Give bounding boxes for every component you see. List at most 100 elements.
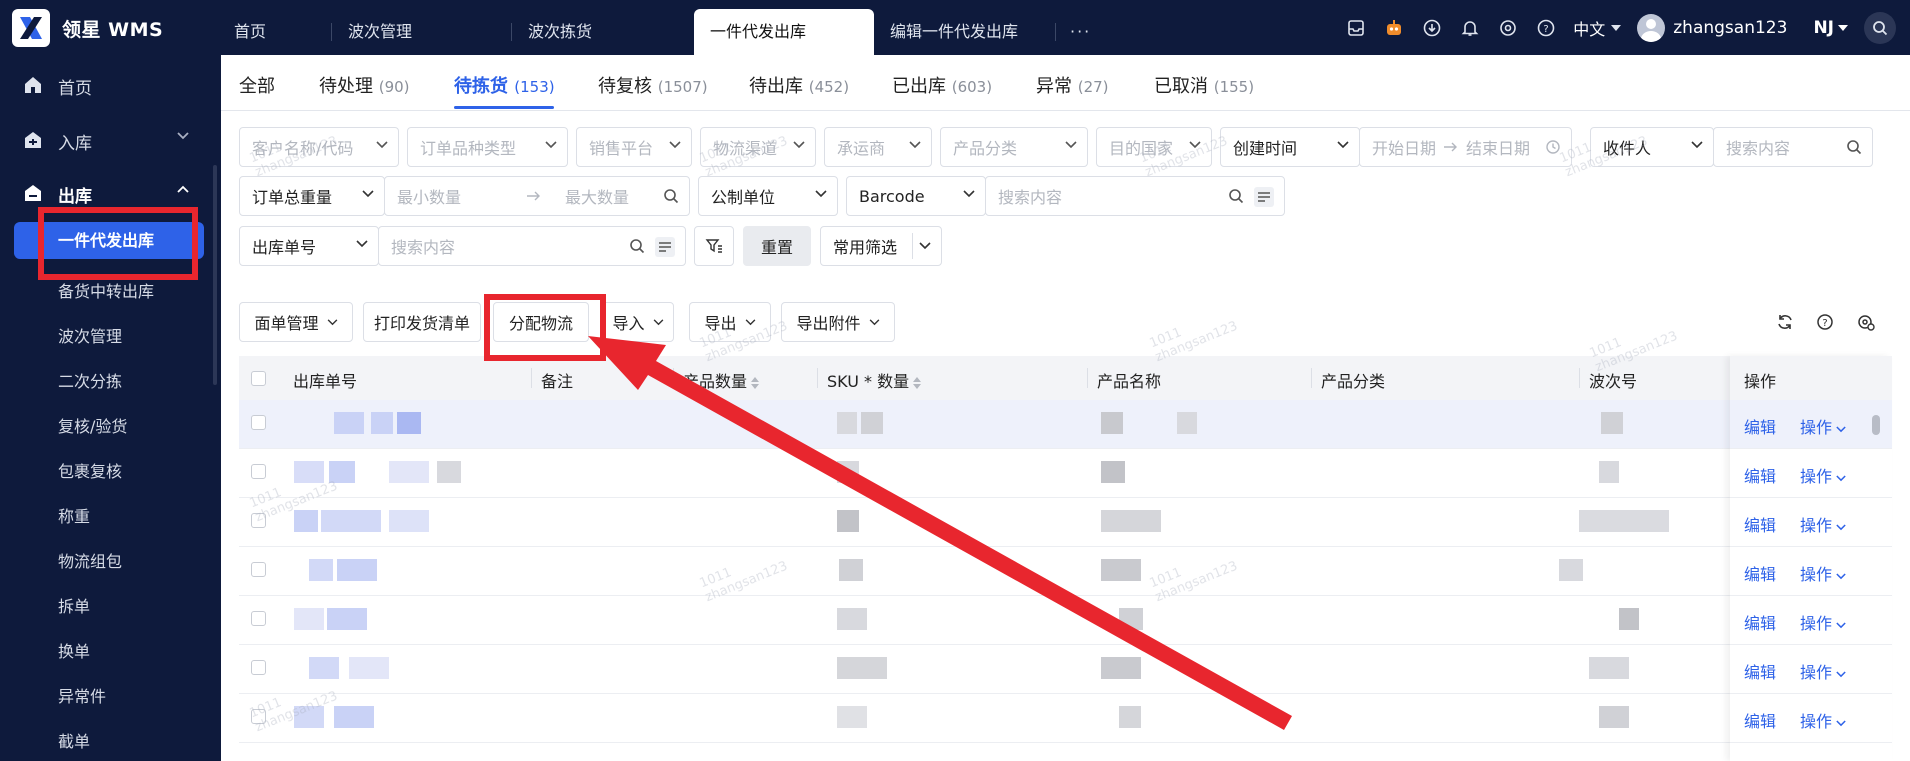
robot-icon[interactable] — [1383, 17, 1405, 39]
row-checkbox[interactable] — [251, 660, 266, 675]
top-tab-dropship-outbound[interactable]: 一件代发出库 — [694, 9, 874, 55]
sidebar-item-split-order[interactable]: 拆单 — [58, 593, 90, 617]
refresh-icon[interactable] — [1776, 313, 1794, 335]
status-tab-exception[interactable]: 异常 (27) — [1036, 72, 1109, 98]
sidebar-item-intercept[interactable]: 截单 — [58, 728, 90, 752]
brand-logo[interactable]: 领星 WMS — [12, 9, 163, 47]
edit-link[interactable]: 编辑 — [1744, 414, 1776, 438]
table-row[interactable] — [239, 694, 1891, 743]
category-select[interactable]: 产品分类 — [940, 127, 1088, 167]
sort-icon[interactable] — [751, 376, 760, 389]
more-actions-link[interactable]: 操作 — [1800, 708, 1846, 732]
edit-link[interactable]: 编辑 — [1744, 561, 1776, 585]
more-actions-link[interactable]: 操作 — [1800, 512, 1846, 536]
order-no-field-select[interactable]: 出库单号 — [239, 226, 379, 266]
sidebar-menu-outbound[interactable]: 出库 — [0, 173, 221, 213]
language-switch[interactable]: 中文 — [1573, 16, 1622, 40]
assign-logistics-button[interactable]: 分配物流 — [493, 302, 589, 342]
common-filter-button[interactable]: 常用筛选 — [820, 226, 942, 266]
edit-link[interactable]: 编辑 — [1744, 659, 1776, 683]
order-no-search-input[interactable]: 搜索内容 — [378, 226, 686, 266]
edit-link[interactable]: 编辑 — [1744, 512, 1776, 536]
bell-icon[interactable] — [1459, 17, 1481, 39]
more-actions-link[interactable]: 操作 — [1800, 463, 1846, 487]
batch-input-icon[interactable] — [655, 237, 675, 257]
sidebar-item-secondary-sorting[interactable]: 二次分拣 — [58, 368, 122, 392]
receiver-search-input[interactable]: 搜索内容 — [1713, 127, 1873, 167]
status-tab-cancelled[interactable]: 已取消 (155) — [1154, 72, 1254, 98]
advanced-filter-button[interactable] — [694, 226, 734, 266]
sidebar-menu-home[interactable]: 首页 — [0, 65, 221, 105]
row-checkbox[interactable] — [251, 464, 266, 479]
warehouse-switch[interactable]: NJ — [1813, 18, 1848, 38]
select-all-checkbox[interactable] — [251, 371, 266, 386]
table-scrollbar[interactable] — [1872, 405, 1882, 445]
channel-select[interactable]: 物流渠道 — [700, 127, 816, 167]
status-tab-shipped[interactable]: 已出库 (603) — [892, 72, 992, 98]
help-icon[interactable]: ? — [1816, 313, 1834, 335]
sidebar-item-wave-management[interactable]: 波次管理 — [58, 323, 122, 347]
unit-select[interactable]: 公制单位 — [698, 176, 838, 216]
top-tab-wave-management[interactable]: 波次管理 — [332, 9, 512, 55]
waybill-management-button[interactable]: 面单管理 — [239, 302, 353, 342]
sidebar-item-exceptions[interactable]: 异常件 — [58, 683, 106, 707]
reset-button[interactable]: 重置 — [743, 226, 811, 266]
table-row[interactable] — [239, 547, 1891, 596]
settings-icon[interactable] — [1497, 17, 1519, 39]
edit-link[interactable]: 编辑 — [1744, 463, 1776, 487]
top-tab-home[interactable]: 首页 — [218, 9, 332, 55]
col-sku-qty[interactable]: SKU * 数量 — [827, 368, 922, 392]
edit-link[interactable]: 编辑 — [1744, 610, 1776, 634]
export-attachments-button[interactable]: 导出附件 — [781, 302, 895, 342]
sidebar-item-review-inspection[interactable]: 复核/验货 — [58, 413, 127, 437]
qty-range-input[interactable]: 最小数量 最大数量 — [384, 176, 690, 216]
row-checkbox[interactable] — [251, 709, 266, 724]
global-search-button[interactable] — [1864, 11, 1896, 44]
export-button[interactable]: 导出 — [689, 302, 771, 342]
sidebar-item-change-label[interactable]: 换单 — [58, 638, 90, 662]
print-packing-list-button[interactable]: 打印发货清单 — [363, 302, 481, 342]
table-row[interactable] — [239, 449, 1891, 498]
row-checkbox[interactable] — [251, 562, 266, 577]
status-tab-pending[interactable]: 待处理 (90) — [319, 72, 410, 98]
edit-link[interactable]: 编辑 — [1744, 708, 1776, 732]
more-actions-link[interactable]: 操作 — [1800, 561, 1846, 585]
col-product-category[interactable]: 产品分类 — [1321, 368, 1385, 392]
top-tab-edit-dropship-outbound[interactable]: 编辑一件代发出库 — [874, 9, 1056, 55]
receiver-field-select[interactable]: 收件人 — [1590, 127, 1714, 167]
sidebar-item-weighing[interactable]: 称重 — [58, 503, 90, 527]
import-button[interactable]: 导入 — [602, 302, 674, 342]
more-actions-link[interactable]: 操作 — [1800, 659, 1846, 683]
top-tab-wave-picking[interactable]: 波次拣货 — [512, 9, 694, 55]
inbox-icon[interactable] — [1345, 17, 1367, 39]
table-row[interactable] — [239, 498, 1891, 547]
barcode-search-input[interactable]: 搜索内容 — [985, 176, 1285, 216]
platform-select[interactable]: 销售平台 — [576, 127, 692, 167]
customer-select[interactable]: 客户名称/代码 — [239, 127, 399, 167]
sidebar-item-package-review[interactable]: 包裹复核 — [58, 458, 122, 482]
row-checkbox[interactable] — [251, 513, 266, 528]
user-menu[interactable]: zhangsan123 — [1637, 13, 1787, 42]
weight-field-select[interactable]: 订单总重量 — [239, 176, 385, 216]
table-row[interactable] — [239, 645, 1891, 694]
more-actions-link[interactable]: 操作 — [1800, 414, 1846, 438]
time-field-select[interactable]: 创建时间 — [1220, 127, 1360, 167]
top-tab-more[interactable]: ··· — [1056, 9, 1105, 55]
sidebar-scrollbar[interactable] — [213, 165, 217, 385]
carrier-select[interactable]: 承运商 — [824, 127, 932, 167]
order-type-select[interactable]: 订单品种类型 — [407, 127, 568, 167]
sidebar-item-logistics-grouping[interactable]: 物流组包 — [58, 548, 122, 572]
help-icon[interactable]: ? — [1535, 17, 1557, 39]
row-checkbox[interactable] — [251, 415, 266, 430]
table-row[interactable] — [239, 400, 1891, 449]
col-remark[interactable]: 备注 — [541, 368, 573, 392]
table-row[interactable] — [239, 596, 1891, 645]
sort-icon[interactable] — [913, 376, 922, 389]
more-actions-link[interactable]: 操作 — [1800, 610, 1846, 634]
column-settings-icon[interactable] — [1857, 313, 1875, 335]
batch-input-icon[interactable] — [1254, 187, 1274, 207]
barcode-field-select[interactable]: Barcode — [846, 176, 986, 216]
col-wave-no[interactable]: 波次号 — [1589, 368, 1637, 392]
col-product-qty[interactable]: 产品数量 — [683, 368, 760, 392]
row-checkbox[interactable] — [251, 611, 266, 626]
